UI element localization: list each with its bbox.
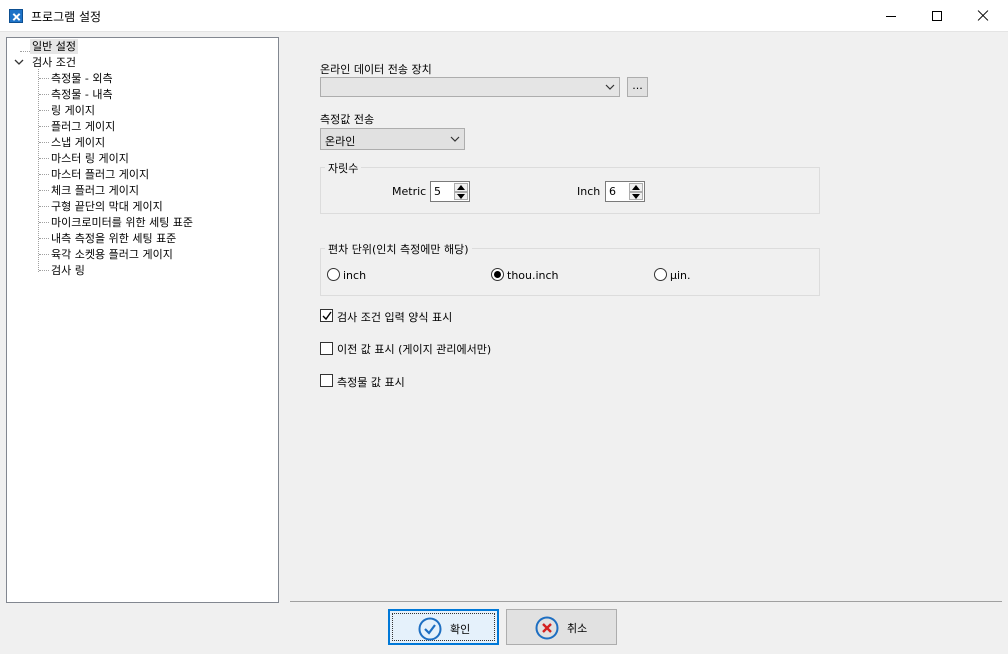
spin-down-button[interactable] bbox=[629, 191, 643, 200]
tree-item-child[interactable]: 내측 측정을 위한 세팅 표준 bbox=[51, 231, 176, 246]
show-previous-values-label: 이전 값 표시 (게이지 관리에서만) bbox=[337, 343, 492, 356]
tree-item-child[interactable]: 마스터 링 게이지 bbox=[51, 151, 129, 166]
tree-connector bbox=[39, 270, 49, 271]
tree-item-child[interactable]: 스냅 게이지 bbox=[51, 135, 105, 150]
tree-connector bbox=[39, 206, 49, 207]
tree-item-child[interactable]: 마스터 플러그 게이지 bbox=[51, 167, 149, 182]
cancel-label: 취소 bbox=[567, 622, 588, 635]
inch-value: 6 bbox=[609, 185, 616, 198]
metric-spinner[interactable]: 5 bbox=[430, 181, 470, 202]
deviation-group-title: 편차 단위(인치 측정에만 해당) bbox=[325, 241, 472, 257]
window-title: 프로그램 설정 bbox=[31, 10, 102, 24]
tree-item-child[interactable]: 체크 플러그 게이지 bbox=[51, 183, 139, 198]
tree-connector bbox=[39, 158, 49, 159]
divider bbox=[290, 601, 1002, 602]
show-inspection-form-checkbox[interactable] bbox=[320, 309, 333, 322]
inch-label: Inch bbox=[577, 185, 601, 198]
tree-connector bbox=[39, 78, 49, 79]
transfer-value: 온라인 bbox=[325, 135, 356, 148]
tree-item-inspection[interactable]: 검사 조건 bbox=[32, 55, 76, 70]
title-bar: 프로그램 설정 bbox=[0, 0, 1008, 32]
tree-item-child[interactable]: 구형 끝단의 막대 게이지 bbox=[51, 199, 163, 214]
spin-down-button[interactable] bbox=[454, 191, 468, 200]
show-measured-values-checkbox[interactable] bbox=[320, 374, 333, 387]
maximize-button[interactable] bbox=[914, 0, 960, 32]
digits-group-title: 자릿수 bbox=[325, 160, 362, 176]
tree-item-child[interactable]: 링 게이지 bbox=[51, 103, 95, 118]
show-previous-values-checkbox[interactable] bbox=[320, 342, 333, 355]
check-circle-icon bbox=[418, 617, 442, 641]
radio-inch[interactable] bbox=[327, 268, 340, 281]
spin-up-button[interactable] bbox=[454, 183, 468, 192]
browse-button[interactable]: ... bbox=[627, 77, 648, 97]
chevron-down-icon bbox=[605, 82, 615, 92]
chevron-down-icon bbox=[450, 134, 460, 144]
metric-label: Metric bbox=[392, 185, 427, 198]
tree-connector bbox=[39, 254, 49, 255]
radio-thou-inch-label: thou.inch bbox=[507, 269, 559, 282]
tree-item-child[interactable]: 플러그 게이지 bbox=[51, 119, 115, 134]
radio-micro-inch-label: µin. bbox=[670, 269, 691, 282]
tree-connector bbox=[39, 110, 49, 111]
chevron-down-icon[interactable] bbox=[14, 57, 24, 67]
tree-connector bbox=[39, 238, 49, 239]
minimize-icon bbox=[886, 15, 896, 17]
tree-connector bbox=[38, 69, 39, 272]
tree-item-child[interactable]: 육각 소켓용 플러그 게이지 bbox=[51, 247, 173, 262]
transfer-label: 측정값 전송 bbox=[320, 113, 375, 126]
tree-connector bbox=[39, 190, 49, 191]
close-icon bbox=[977, 10, 989, 22]
inch-spinner[interactable]: 6 bbox=[605, 181, 645, 202]
minimize-button[interactable] bbox=[868, 0, 914, 32]
tree-connector bbox=[39, 142, 49, 143]
radio-micro-inch[interactable] bbox=[654, 268, 667, 281]
show-inspection-form-label: 검사 조건 입력 양식 표시 bbox=[337, 311, 453, 324]
metric-value: 5 bbox=[434, 185, 441, 198]
check-icon bbox=[322, 311, 332, 321]
cancel-button[interactable]: 취소 bbox=[506, 609, 617, 645]
online-device-label: 온라인 데이터 전송 장치 bbox=[320, 63, 432, 76]
tree-connector bbox=[39, 94, 49, 95]
tree-connector bbox=[39, 126, 49, 127]
tree-item-child[interactable]: 측정물 - 외측 bbox=[51, 71, 113, 86]
close-button[interactable] bbox=[960, 0, 1006, 32]
tree-item-child[interactable]: 검사 링 bbox=[51, 263, 85, 278]
radio-thou-inch[interactable] bbox=[491, 268, 504, 281]
spin-up-button[interactable] bbox=[629, 183, 643, 192]
tree-item-general[interactable]: 일반 설정 bbox=[30, 39, 78, 54]
transfer-select[interactable]: 온라인 bbox=[320, 128, 465, 150]
tree-connector bbox=[39, 174, 49, 175]
radio-inch-label: inch bbox=[343, 269, 367, 282]
show-measured-values-label: 측정물 값 표시 bbox=[337, 376, 405, 389]
maximize-icon bbox=[932, 11, 942, 21]
tree-item-child[interactable]: 마이크로미터를 위한 세팅 표준 bbox=[51, 215, 193, 230]
cancel-circle-icon bbox=[535, 616, 559, 640]
online-device-select[interactable] bbox=[320, 77, 620, 97]
ok-label: 확인 bbox=[450, 623, 471, 636]
tree-connector bbox=[20, 51, 30, 52]
focus-rect bbox=[392, 613, 495, 641]
settings-tree[interactable]: 일반 설정 검사 조건 측정물 - 외측 측정물 - 내측 링 게이지 플러그 … bbox=[6, 37, 279, 603]
tree-item-child[interactable]: 측정물 - 내측 bbox=[51, 87, 113, 102]
ok-button[interactable]: 확인 bbox=[388, 609, 499, 645]
app-icon bbox=[9, 9, 23, 23]
tree-connector bbox=[39, 222, 49, 223]
